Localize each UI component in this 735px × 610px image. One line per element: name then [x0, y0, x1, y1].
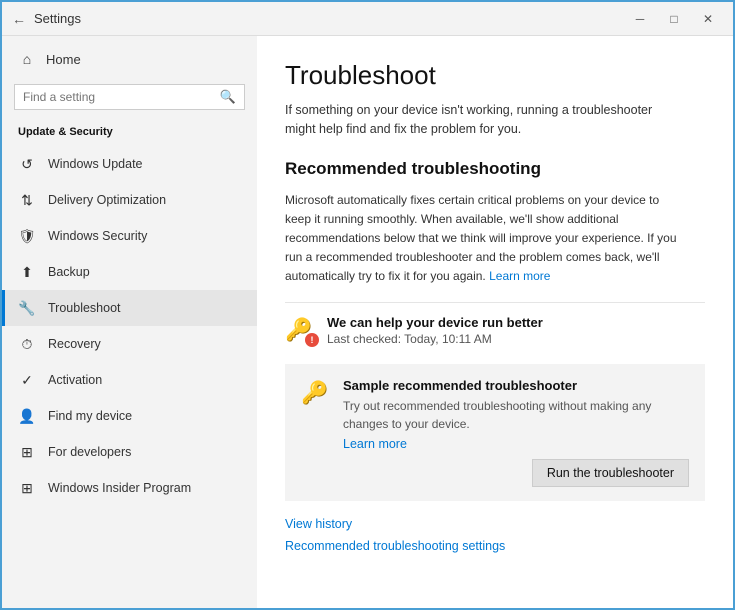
sidebar-item-label: For developers: [48, 445, 131, 459]
troubleshoot-item-1: 🔑 ! We can help your device run better L…: [285, 302, 705, 358]
sidebar-item-label: Windows Insider Program: [48, 481, 191, 495]
sidebar-item-recovery[interactable]: ⏱ Recovery: [2, 326, 257, 362]
sidebar-item-label: Windows Security: [48, 229, 147, 243]
back-button[interactable]: ←: [12, 11, 26, 27]
troubleshoot-icon: 🔧: [18, 299, 36, 317]
troubleshoot-item-1-subtitle: Last checked: Today, 10:11 AM: [327, 332, 543, 346]
alert-badge: !: [305, 333, 319, 347]
sample-card: 🔑 Sample recommended troubleshooter Try …: [285, 364, 705, 501]
search-input[interactable]: [23, 90, 214, 104]
sidebar-item-windows-insider[interactable]: ⊞ Windows Insider Program: [2, 470, 257, 506]
sample-card-desc: Try out recommended troubleshooting with…: [343, 397, 689, 433]
sample-card-title: Sample recommended troubleshooter: [343, 378, 689, 393]
window-title: Settings: [34, 11, 81, 26]
sidebar-item-label: Delivery Optimization: [48, 193, 166, 207]
footer-links: View history Recommended troubleshooting…: [285, 517, 705, 553]
run-troubleshooter-button[interactable]: Run the troubleshooter: [532, 459, 689, 487]
recommended-section-title: Recommended troubleshooting: [285, 159, 705, 179]
sidebar-item-home[interactable]: ⌂ Home: [2, 40, 257, 78]
sidebar-item-windows-update[interactable]: ↺ Windows Update: [2, 146, 257, 182]
sample-learn-more-link[interactable]: Learn more: [343, 437, 407, 451]
sample-card-icon-wrap: 🔑: [301, 380, 331, 406]
search-box[interactable]: 🔍: [14, 84, 245, 110]
sidebar-item-label: Backup: [48, 265, 90, 279]
sidebar-item-windows-security[interactable]: 🛡 Windows Security: [2, 218, 257, 254]
home-icon: ⌂: [18, 50, 36, 68]
sidebar-item-activation[interactable]: ✓ Activation: [2, 362, 257, 398]
windows-update-icon: ↺: [18, 155, 36, 173]
sidebar-item-label: Windows Update: [48, 157, 143, 171]
maximize-button[interactable]: □: [659, 8, 689, 30]
troubleshoot-item-1-icon-wrap: 🔑 !: [285, 317, 315, 343]
window-controls: ─ □ ✕: [625, 8, 723, 30]
sidebar-item-label: Activation: [48, 373, 102, 387]
page-title: Troubleshoot: [285, 60, 705, 91]
titlebar: ← Settings ─ □ ✕: [2, 2, 733, 36]
recommended-learn-more-link[interactable]: Learn more: [489, 269, 550, 283]
wrench-icon-2: 🔑: [301, 380, 328, 405]
troubleshoot-item-1-title: We can help your device run better: [327, 315, 543, 330]
sample-card-text: Sample recommended troubleshooter Try ou…: [343, 378, 689, 451]
sidebar-item-for-developers[interactable]: ⊞ For developers: [2, 434, 257, 470]
find-my-device-icon: 👤: [18, 407, 36, 425]
sidebar-item-label: Troubleshoot: [48, 301, 121, 315]
recovery-icon: ⏱: [18, 335, 36, 353]
sidebar-section-title: Update & Security: [2, 120, 257, 146]
sample-card-inner: 🔑 Sample recommended troubleshooter Try …: [301, 378, 689, 451]
close-button[interactable]: ✕: [693, 8, 723, 30]
sidebar-item-label: Recovery: [48, 337, 101, 351]
sidebar-item-backup[interactable]: ⬆ Backup: [2, 254, 257, 290]
backup-icon: ⬆: [18, 263, 36, 281]
sidebar: ⌂ Home 🔍 Update & Security ↺ Windows Upd…: [2, 36, 257, 608]
view-history-link[interactable]: View history: [285, 517, 705, 531]
search-icon: 🔍: [220, 89, 236, 105]
page-description: If something on your device isn't workin…: [285, 101, 685, 139]
delivery-optimization-icon: ⇅: [18, 191, 36, 209]
troubleshoot-item-1-text: We can help your device run better Last …: [327, 315, 543, 346]
recommended-description: Microsoft automatically fixes certain cr…: [285, 191, 685, 287]
recommended-settings-link[interactable]: Recommended troubleshooting settings: [285, 539, 705, 553]
sidebar-home-label: Home: [46, 52, 81, 67]
sidebar-item-label: Find my device: [48, 409, 132, 423]
sidebar-item-delivery-optimization[interactable]: ⇅ Delivery Optimization: [2, 182, 257, 218]
activation-icon: ✓: [18, 371, 36, 389]
sidebar-item-find-my-device[interactable]: 👤 Find my device: [2, 398, 257, 434]
sidebar-item-troubleshoot[interactable]: 🔧 Troubleshoot: [2, 290, 257, 326]
for-developers-icon: ⊞: [18, 443, 36, 461]
windows-insider-icon: ⊞: [18, 479, 36, 497]
main-content: Troubleshoot If something on your device…: [257, 36, 733, 608]
minimize-button[interactable]: ─: [625, 8, 655, 30]
windows-security-icon: 🛡: [18, 227, 36, 245]
